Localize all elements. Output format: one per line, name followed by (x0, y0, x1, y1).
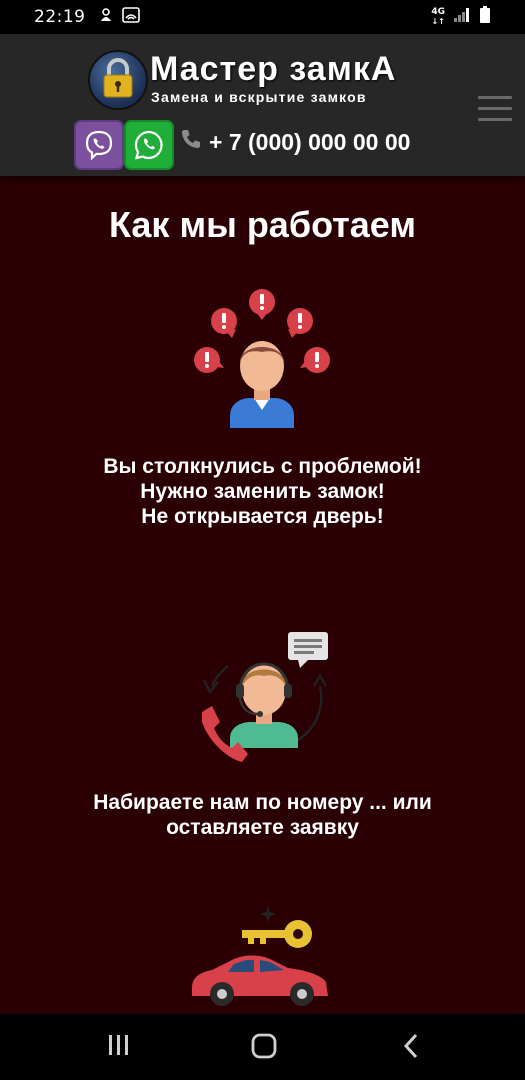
cast-icon (121, 6, 140, 28)
status-bar: 22:19 4G ↓↑ (0, 0, 525, 34)
step-1-line-3: Не открывается дверь! (141, 505, 384, 528)
system-nav-bar (0, 1014, 525, 1080)
battery-icon (479, 6, 491, 29)
lock-logo-icon[interactable] (88, 50, 148, 110)
site-header: Мастер замкА Замена и вскрытие замков + … (0, 34, 525, 176)
phone-number: + 7 (000) 000 00 00 (209, 128, 411, 155)
notification-icon (98, 7, 114, 28)
back-button[interactable] (400, 1032, 422, 1065)
signal-icon (453, 7, 471, 28)
status-time: 22:19 (34, 7, 86, 27)
whatsapp-icon (134, 130, 163, 160)
step-2-line-1: Набираете нам по номеру ... или (93, 791, 432, 814)
section-title: Как мы работаем (108, 204, 416, 245)
menu-icon[interactable] (478, 96, 512, 122)
step-2-line-2: оставляете заявку (166, 816, 359, 839)
car-key-icon (188, 904, 338, 1019)
operator-call-icon (188, 626, 338, 777)
site-title[interactable]: Мастер замкА (150, 50, 396, 89)
site-subtitle: Замена и вскрытие замков (151, 89, 367, 105)
whatsapp-button[interactable] (124, 120, 174, 170)
viber-button[interactable] (74, 120, 124, 170)
person-problem-icon (188, 288, 338, 439)
step-1-line-1: Вы столкнулись с проблемой! (103, 455, 422, 478)
step-1-text: Вы столкнулись с проблемой! Нужно замени… (0, 454, 525, 529)
phone-icon (180, 128, 202, 156)
step-2-text: Набираете нам по номеру ... или оставляе… (0, 790, 525, 840)
viber-icon (85, 130, 113, 161)
recent-apps-button[interactable] (106, 1032, 132, 1063)
phone-link[interactable]: + 7 (000) 000 00 00 (180, 128, 410, 156)
home-button[interactable] (250, 1032, 278, 1065)
step-1-line-2: Нужно заменить замок! (140, 480, 385, 503)
network-type: 4G ↓↑ (431, 7, 445, 27)
